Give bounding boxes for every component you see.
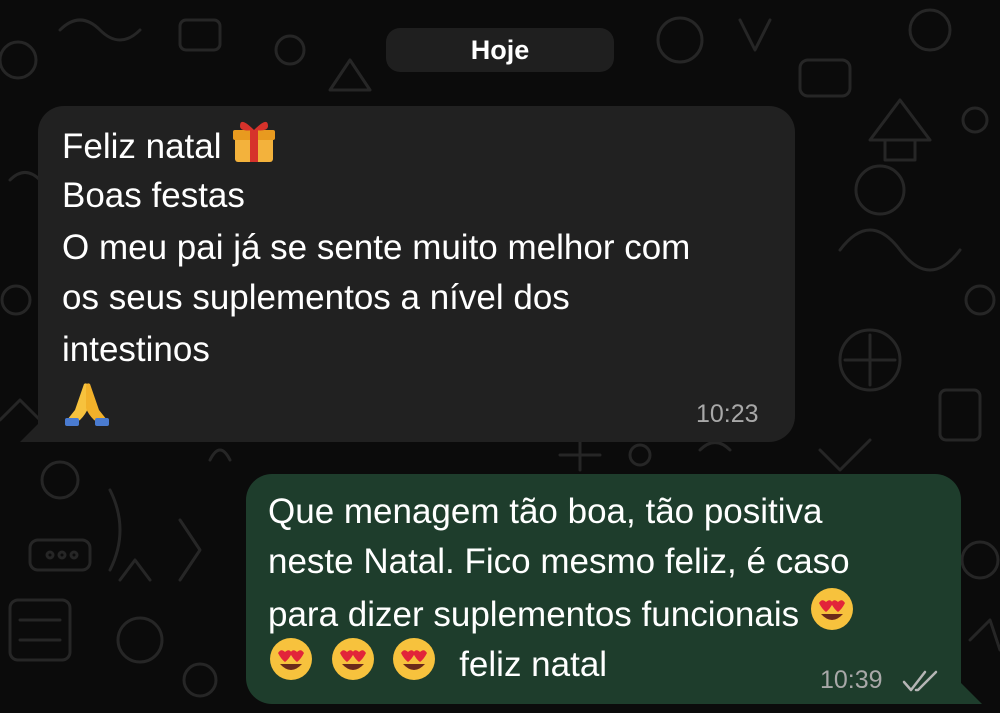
incoming-message-line: os seus suplementos a nível dos xyxy=(62,278,570,317)
outgoing-timestamp: 10:39 xyxy=(820,666,883,694)
double-check-icon xyxy=(902,670,938,692)
date-chip: Hoje xyxy=(386,28,614,72)
heart-eyes-emoji xyxy=(809,586,855,647)
heart-eyes-emoji xyxy=(268,636,314,697)
incoming-message-line: intestinos xyxy=(62,330,210,369)
outgoing-message-line: neste Natal. Fico mesmo feliz, é caso xyxy=(268,542,850,581)
incoming-message-line: O meu pai já se sente muito melhor com xyxy=(62,228,691,267)
outgoing-message-line: feliz natal xyxy=(268,636,607,697)
incoming-timestamp: 10:23 xyxy=(696,400,759,428)
outgoing-bubble-tail xyxy=(960,682,982,704)
heart-eyes-emoji xyxy=(391,636,437,697)
outgoing-message-line: Que menagem tão boa, tão positiva xyxy=(268,492,823,531)
incoming-message-bubble[interactable]: Feliz natal Boas festas O meu pai já se … xyxy=(38,106,795,442)
incoming-message-line: Boas festas xyxy=(62,176,245,215)
heart-eyes-emoji xyxy=(330,636,376,697)
folded-hands-emoji xyxy=(62,378,112,433)
outgoing-message-bubble[interactable]: Que menagem tão boa, tão positiva neste … xyxy=(246,474,961,704)
